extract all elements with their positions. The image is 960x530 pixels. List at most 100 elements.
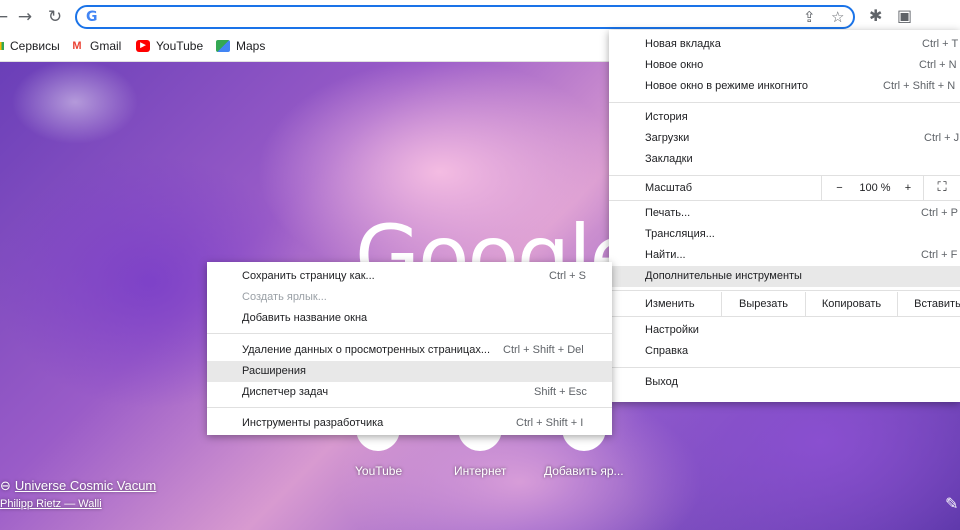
submenu-item-name-window[interactable]: Добавить название окна bbox=[207, 308, 612, 329]
menu-label: Загрузки bbox=[645, 132, 690, 144]
menu-label: Печать... bbox=[645, 207, 691, 219]
menu-item-new-window[interactable]: Новое окно Ctrl + N bbox=[609, 55, 960, 76]
menu-separator bbox=[207, 333, 612, 334]
side-panel-icon[interactable]: ▣ bbox=[897, 6, 912, 25]
menu-shortcut: Ctrl + J bbox=[924, 132, 960, 144]
background-author-link[interactable]: Philipp Rietz — Walli bbox=[0, 498, 102, 510]
menu-label: Изменить bbox=[645, 298, 695, 310]
menu-label: Масштаб bbox=[645, 182, 693, 194]
menu-item-zoom: Масштаб − 100 % + ⛶ bbox=[609, 176, 960, 200]
bookmark-label: Gmail bbox=[90, 39, 122, 53]
menu-item-find[interactable]: Найти... Ctrl + F bbox=[609, 245, 960, 266]
menu-label: Выход bbox=[645, 376, 678, 388]
paste-button[interactable]: Вставить bbox=[897, 292, 960, 316]
reload-icon[interactable]: ↻ bbox=[44, 6, 66, 28]
menu-label: Справка bbox=[645, 345, 689, 357]
youtube-icon: ▶ bbox=[136, 40, 150, 52]
submenu-item-save-page[interactable]: Сохранить страницу как... Ctrl + S bbox=[207, 266, 612, 287]
apps-grid-icon bbox=[0, 42, 4, 50]
back-arrow-icon[interactable]: ← bbox=[0, 6, 12, 28]
menu-item-incognito[interactable]: Новое окно в режиме инкогнито Ctrl + Shi… bbox=[609, 76, 960, 97]
menu-item-help[interactable]: Справка bbox=[609, 341, 960, 362]
menu-label: Дополнительные инструменты bbox=[645, 270, 802, 282]
menu-label: Новая вкладка bbox=[645, 38, 721, 50]
menu-label: Настройки bbox=[645, 324, 699, 336]
menu-label: Новое окно bbox=[645, 59, 704, 71]
menu-shortcut: Ctrl + N bbox=[919, 59, 957, 71]
menu-item-new-tab[interactable]: Новая вкладка Ctrl + T bbox=[609, 34, 960, 55]
submenu-item-create-shortcut: Создать ярлык... bbox=[207, 287, 612, 308]
bookmark-label: Maps bbox=[236, 39, 266, 53]
link-icon: ⊖ bbox=[0, 479, 11, 494]
menu-item-downloads[interactable]: Загрузки Ctrl + J bbox=[609, 128, 960, 149]
bookmark-label: YouTube bbox=[156, 39, 204, 53]
bookmark-gmail[interactable]: M Gmail bbox=[70, 39, 121, 53]
menu-label: Создать ярлык... bbox=[242, 291, 327, 303]
address-bar[interactable]: G ⇪ ☆ bbox=[75, 5, 855, 29]
shortcut-label[interactable]: Интернет bbox=[454, 464, 506, 478]
menu-separator bbox=[609, 316, 960, 317]
menu-shortcut: Ctrl + T bbox=[922, 38, 959, 50]
menu-separator bbox=[609, 200, 960, 201]
copy-button[interactable]: Копировать bbox=[805, 292, 897, 316]
submenu-item-dev-tools[interactable]: Инструменты разработчика Ctrl + Shift + … bbox=[207, 413, 612, 434]
zoom-in-button[interactable]: + bbox=[893, 176, 923, 200]
menu-label: Найти... bbox=[645, 249, 686, 261]
menu-item-more-tools[interactable]: Дополнительные инструменты bbox=[609, 266, 960, 287]
forward-arrow-icon[interactable]: → bbox=[14, 6, 36, 28]
share-icon[interactable]: ⇪ bbox=[803, 8, 816, 26]
bookmark-youtube[interactable]: ▶ YouTube bbox=[136, 39, 203, 53]
background-title: Universe Cosmic Vacum bbox=[14, 478, 157, 493]
menu-separator bbox=[207, 407, 612, 408]
customize-pencil-icon[interactable]: ✎ bbox=[945, 494, 958, 513]
menu-shortcut: Ctrl + F bbox=[921, 249, 958, 261]
menu-shortcut: Ctrl + Shift + Del bbox=[503, 344, 584, 356]
menu-shortcut: Shift + Esc bbox=[534, 386, 587, 398]
menu-label: Закладки bbox=[645, 153, 693, 165]
star-icon[interactable]: ☆ bbox=[831, 8, 844, 26]
menu-label: Удаление данных о просмотренных страница… bbox=[242, 344, 491, 356]
menu-label: Сохранить страницу как... bbox=[242, 270, 375, 282]
chrome-main-menu: Новая вкладка Ctrl + T Новое окно Ctrl +… bbox=[609, 30, 960, 402]
menu-shortcut: Ctrl + Shift + N bbox=[883, 80, 956, 92]
shortcut-label[interactable]: YouTube bbox=[355, 464, 402, 478]
menu-label: Трансляция... bbox=[645, 228, 715, 240]
menu-item-history[interactable]: История bbox=[609, 107, 960, 128]
menu-separator bbox=[609, 367, 960, 368]
bookmark-maps[interactable]: Maps bbox=[216, 39, 265, 53]
zoom-value: 100 % bbox=[859, 182, 891, 194]
menu-item-bookmarks[interactable]: Закладки bbox=[609, 149, 960, 170]
menu-label: Диспетчер задач bbox=[242, 386, 329, 398]
bookmark-label: Сервисы bbox=[10, 39, 60, 53]
more-tools-submenu: Сохранить страницу как... Ctrl + S Созда… bbox=[207, 262, 612, 435]
menu-shortcut: Ctrl + S bbox=[549, 270, 586, 282]
zoom-out-button[interactable]: − bbox=[821, 176, 857, 200]
menu-label: Новое окно в режиме инкогнито bbox=[645, 80, 809, 92]
browser-toolbar: ← → ↻ G ⇪ ☆ ✱ ▣ bbox=[0, 0, 960, 34]
shortcut-label[interactable]: Добавить яр... bbox=[544, 464, 624, 478]
background-title-link[interactable]: ⊖ Universe Cosmic Vacum bbox=[0, 478, 156, 494]
extensions-icon[interactable]: ✱ bbox=[869, 6, 882, 25]
menu-label: Расширения bbox=[242, 365, 306, 377]
menu-label: Инструменты разработчика bbox=[242, 417, 384, 429]
cut-button[interactable]: Вырезать bbox=[721, 292, 805, 316]
menu-separator bbox=[609, 102, 960, 103]
menu-item-settings[interactable]: Настройки bbox=[609, 320, 960, 341]
menu-item-cast[interactable]: Трансляция... bbox=[609, 224, 960, 245]
menu-item-edit: Изменить Вырезать Копировать Вставить bbox=[609, 292, 960, 316]
submenu-item-clear-data[interactable]: Удаление данных о просмотренных страница… bbox=[207, 340, 612, 361]
menu-shortcut: Ctrl + P bbox=[921, 207, 958, 219]
submenu-item-task-manager[interactable]: Диспетчер задач Shift + Esc bbox=[207, 382, 612, 403]
menu-shortcut: Ctrl + Shift + I bbox=[516, 417, 584, 429]
menu-separator bbox=[609, 290, 960, 291]
submenu-item-extensions[interactable]: Расширения bbox=[207, 361, 612, 382]
menu-label: История bbox=[645, 111, 688, 123]
gmail-icon: M bbox=[72, 40, 82, 52]
menu-item-exit[interactable]: Выход bbox=[609, 372, 960, 393]
menu-item-print[interactable]: Печать... Ctrl + P bbox=[609, 203, 960, 224]
google-g-icon: G bbox=[86, 9, 98, 25]
fullscreen-icon[interactable]: ⛶ bbox=[923, 176, 960, 200]
maps-icon bbox=[216, 40, 230, 52]
menu-label: Добавить название окна bbox=[242, 312, 368, 324]
bookmark-apps[interactable]: Сервисы bbox=[0, 39, 60, 53]
